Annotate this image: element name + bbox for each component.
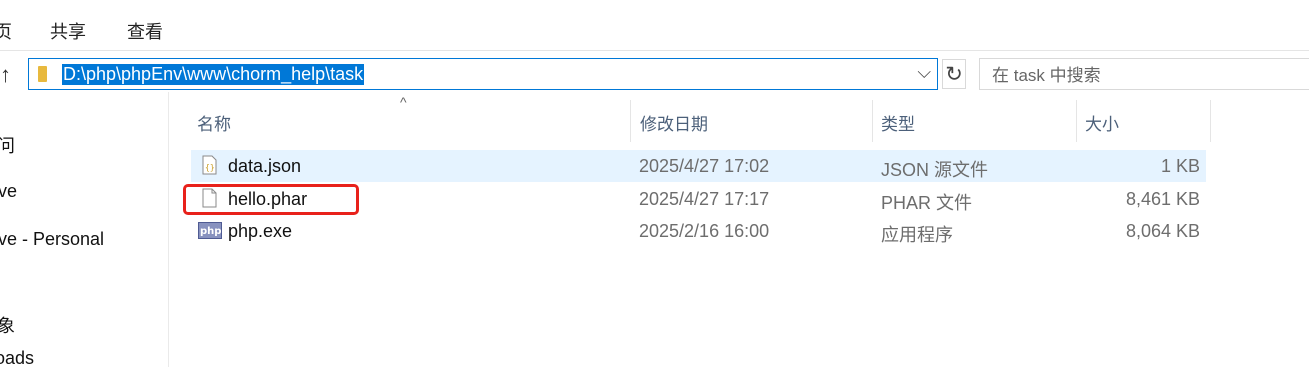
file-size: 8,461 KB — [1125, 189, 1200, 209]
file-size: 1 KB — [1160, 156, 1200, 176]
search-box[interactable] — [979, 58, 1309, 90]
php-icon-label: php — [200, 226, 221, 237]
file-row[interactable]: php php.exe 2025/2/16 16:00 应用程序 8,064 K… — [191, 215, 1206, 247]
column-header-size[interactable]: 大小 — [1085, 110, 1119, 135]
column-divider[interactable] — [1076, 100, 1077, 142]
file-type: 应用程序 — [881, 225, 953, 245]
file-date: 2025/4/27 17:17 — [639, 189, 770, 209]
column-divider[interactable] — [1210, 100, 1211, 142]
ribbon: 页 共享 查看 — [0, 0, 1309, 50]
php-exe-icon: php — [198, 222, 222, 239]
address-path[interactable]: D:\php\phpEnv\www\chorm_help\task — [62, 64, 365, 85]
nav-item-1[interactable]: 问 — [0, 132, 15, 158]
refresh-icon[interactable]: ↻ — [942, 59, 966, 89]
nav-item-pictures[interactable]: 象 — [0, 312, 15, 338]
file-type: JSON 源文件 — [881, 160, 989, 180]
file-date: 2025/4/27 17:02 — [639, 156, 770, 176]
svg-text:{}: {} — [205, 163, 215, 172]
column-header-type[interactable]: 类型 — [881, 110, 915, 135]
file-name: php.exe — [228, 221, 293, 241]
search-input[interactable] — [990, 64, 1294, 88]
column-divider[interactable] — [872, 100, 873, 142]
nav-item-onedrive-personal[interactable]: ve - Personal — [0, 229, 104, 250]
folder-icon — [38, 66, 47, 82]
json-file-icon: {} — [202, 155, 217, 175]
navigation-pane: 问 ve ve - Personal 象 oads — [0, 92, 169, 369]
file-type: PHAR 文件 — [881, 193, 973, 213]
file-size: 8,064 KB — [1125, 221, 1200, 241]
column-header-name[interactable]: 名称 — [197, 110, 231, 135]
file-name: data.json — [228, 156, 302, 176]
nav-item-downloads[interactable]: oads — [0, 348, 34, 369]
highlight-annotation — [183, 184, 359, 215]
ribbon-tab-share[interactable]: 共享 — [50, 18, 86, 44]
file-row[interactable]: {} data.json 2025/4/27 17:02 JSON 源文件 1 … — [191, 150, 1206, 182]
ribbon-tab-home[interactable]: 页 — [0, 18, 12, 44]
sort-up-icon: ^ — [400, 94, 407, 110]
up-arrow-icon[interactable]: ↑ — [0, 62, 11, 88]
nav-item-onedrive[interactable]: ve — [0, 181, 17, 202]
ribbon-tab-view[interactable]: 查看 — [127, 18, 163, 44]
ribbon-divider — [0, 50, 1309, 51]
file-date: 2025/2/16 16:00 — [639, 221, 770, 241]
column-header-date[interactable]: 修改日期 — [640, 110, 708, 135]
chevron-down-icon[interactable]: ⌵ — [917, 62, 931, 83]
address-bar[interactable]: D:\php\phpEnv\www\chorm_help\task ⌵ — [28, 58, 938, 90]
column-divider[interactable] — [630, 100, 631, 142]
